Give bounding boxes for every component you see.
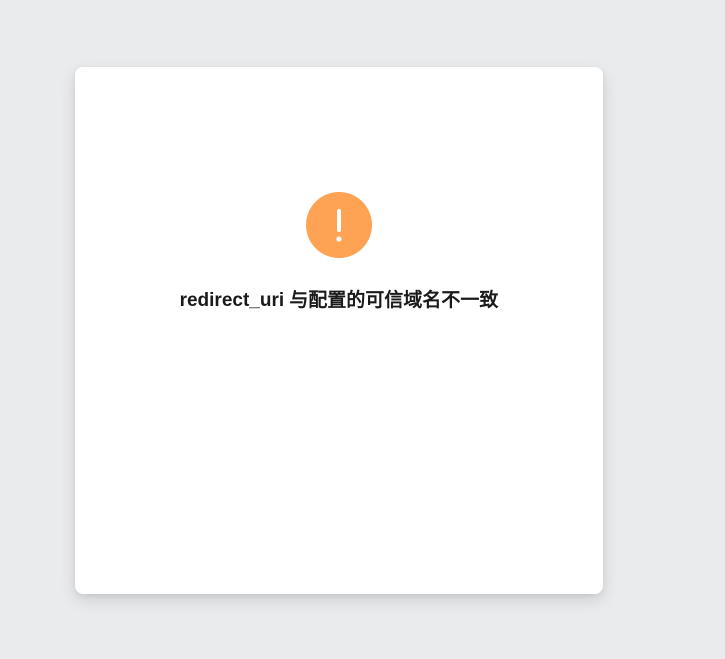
- error-message: redirect_uri 与配置的可信域名不一致: [179, 290, 499, 311]
- exclamation-mark-glyph: [336, 209, 342, 242]
- error-card: redirect_uri 与配置的可信域名不一致: [75, 67, 603, 594]
- exclamation-circle-icon: [306, 192, 372, 258]
